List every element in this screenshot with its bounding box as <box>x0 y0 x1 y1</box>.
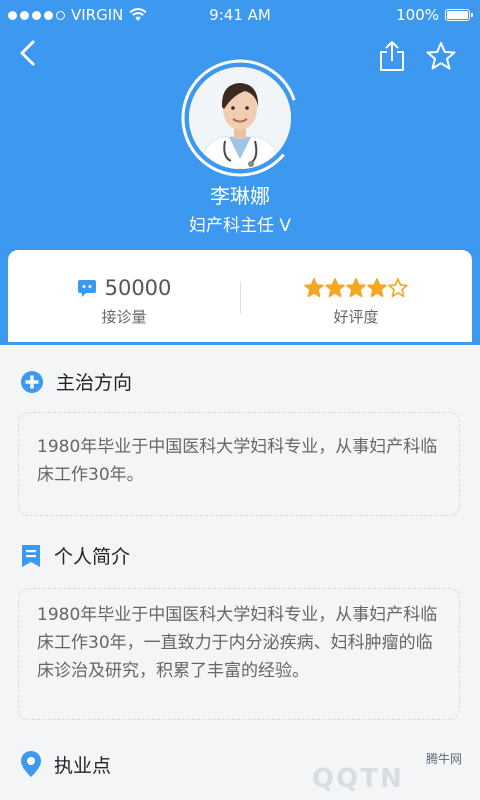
watermark: 腾牛网 QQTN <box>268 748 478 798</box>
avatar-photo <box>189 67 291 169</box>
star-filled-icon <box>346 278 366 298</box>
favorite-star-icon[interactable] <box>426 41 456 71</box>
battery-status: 100% <box>396 6 473 24</box>
battery-percent: 100% <box>396 6 439 24</box>
doctor-title: 妇产科主任 V <box>188 216 292 236</box>
rating-stars <box>240 278 472 298</box>
status-bar: VIRGIN 9:41 AM 100% <box>0 0 480 30</box>
consultation-label: 接诊量 <box>101 308 147 326</box>
star-filled-icon <box>367 278 387 298</box>
star-filled-icon <box>325 278 345 298</box>
rating-stat: 好评度 <box>240 250 472 342</box>
bio-heading: 个人简介 <box>20 542 130 569</box>
consultation-count: 50000 <box>104 276 172 300</box>
consultation-icon <box>77 280 96 297</box>
practice-title: 执业点 <box>54 754 112 777</box>
battery-icon <box>445 9 473 21</box>
doctor-avatar <box>180 58 300 178</box>
specialty-text: 1980年毕业于中国医科大学妇科专业，从事妇产科临床工作30年。 <box>18 412 460 516</box>
consultation-stat: 50000 接诊量 <box>8 250 240 342</box>
watermark-logo: QQTN <box>312 764 404 794</box>
star-filled-icon <box>304 278 324 298</box>
doctor-portrait-icon <box>189 67 291 169</box>
specialty-title: 主治方向 <box>56 372 133 394</box>
plus-circle-icon <box>21 370 43 393</box>
watermark-site: 腾牛网 <box>425 752 462 766</box>
rating-label: 好评度 <box>333 308 379 326</box>
specialty-heading: 主治方向 <box>20 368 132 395</box>
share-icon[interactable] <box>378 40 406 72</box>
doctor-name: 李琳娜 <box>210 184 270 208</box>
stats-card: 50000 接诊量 好评度 <box>8 250 472 342</box>
location-pin-icon <box>21 751 41 777</box>
back-arrow-icon[interactable] <box>14 38 44 68</box>
bio-text: 1980年毕业于中国医科大学妇科专业，从事妇产科临床工作30年，一直致力于内分泌… <box>18 588 460 720</box>
bookmark-icon <box>22 544 40 567</box>
bio-title: 个人简介 <box>54 546 131 568</box>
star-empty-icon <box>388 278 408 298</box>
practice-heading[interactable]: 执业点 <box>20 750 111 778</box>
